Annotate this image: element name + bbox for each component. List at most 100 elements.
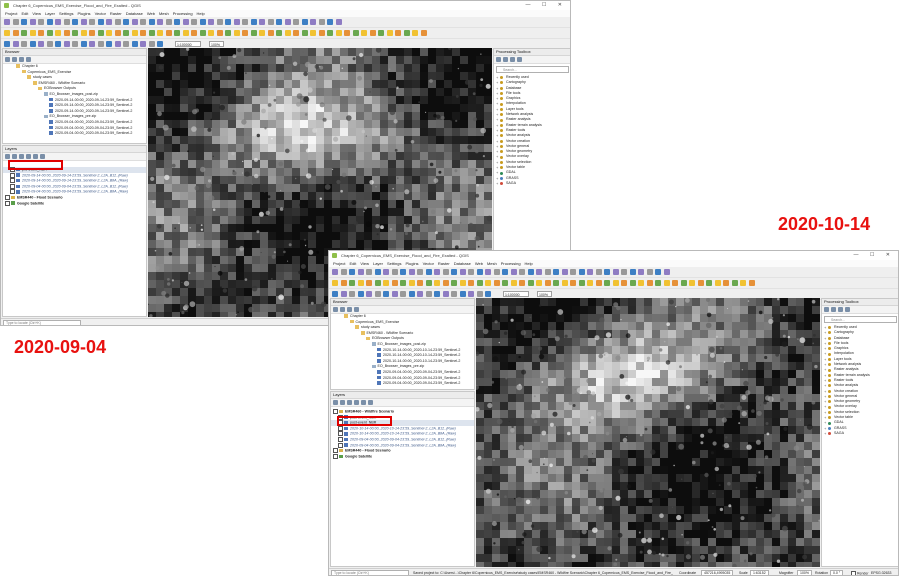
toolbar-button-icon[interactable] [680, 280, 687, 286]
toolbar-button-icon[interactable] [340, 291, 347, 297]
toolbar-button-icon[interactable] [561, 269, 568, 275]
toolbar-button-icon[interactable] [21, 41, 27, 47]
history-icon[interactable] [503, 57, 508, 62]
toolbar-button-icon[interactable] [293, 19, 299, 25]
toolbar-button-icon[interactable] [191, 30, 197, 36]
front-menu-edit[interactable]: Edit [349, 261, 356, 266]
toolbar-button-icon[interactable] [378, 30, 384, 36]
toolbar-button-icon[interactable] [106, 41, 112, 47]
toolbar-button-icon[interactable] [267, 19, 274, 25]
coordinate-value[interactable]: 457216,4995035 [701, 570, 734, 575]
toolbar-button-icon[interactable] [225, 30, 231, 36]
toolbar-button-icon[interactable] [561, 280, 568, 286]
toolbar-button-icon[interactable] [621, 269, 627, 275]
toolbar-button-icon[interactable] [55, 30, 61, 36]
magnifier-value[interactable]: 100% [797, 570, 812, 575]
toolbar-button-icon[interactable] [697, 280, 704, 286]
toolbar-button-icon[interactable] [216, 19, 223, 25]
toolbar-button-icon[interactable] [63, 41, 70, 47]
toolbar-button-icon[interactable] [131, 19, 138, 25]
front-menu-project[interactable]: Project [333, 261, 345, 266]
toolbar-button-icon[interactable] [391, 291, 398, 297]
toolbar-button-icon[interactable] [327, 30, 333, 36]
expand-icon[interactable] [361, 400, 366, 405]
add-group-icon[interactable] [12, 154, 17, 159]
back-menu-help[interactable]: Help [197, 11, 205, 16]
toolbar-button-icon[interactable] [459, 291, 466, 297]
back-menu-view[interactable]: View [32, 11, 41, 16]
render-checkbox[interactable]: Render [851, 571, 868, 575]
toolbar-button-icon[interactable] [114, 30, 121, 36]
toolbar-button-icon[interactable] [106, 30, 112, 36]
toolbar-button-icon[interactable] [344, 30, 350, 36]
toolbar-button-icon[interactable] [208, 19, 214, 25]
toolbar-button-icon[interactable] [72, 30, 78, 36]
properties-icon[interactable] [354, 307, 359, 312]
toolbar-button-icon[interactable] [629, 269, 636, 275]
toolbar-button-icon[interactable] [233, 30, 240, 36]
back-menu-mesh[interactable]: Mesh [159, 11, 169, 16]
toolbar-button-icon[interactable] [72, 41, 78, 47]
toolbar-button-icon[interactable] [646, 269, 653, 275]
toolbar-button-icon[interactable] [395, 30, 401, 36]
toolbar-button-icon[interactable] [233, 19, 240, 25]
toolbar-button-icon[interactable] [63, 19, 70, 25]
collapse-icon[interactable] [19, 57, 24, 62]
toolbar-button-icon[interactable] [97, 19, 104, 25]
toolbar-button-icon[interactable] [587, 269, 593, 275]
options-icon[interactable] [517, 57, 522, 62]
toolbar-button-icon[interactable] [425, 269, 432, 275]
front-window-controls[interactable]: — ☐ ✕ [854, 251, 895, 260]
back-window-controls[interactable]: — ☐ ✕ [526, 1, 567, 10]
toolbar-button-icon[interactable] [174, 19, 180, 25]
toolbar-button-icon[interactable] [369, 30, 376, 36]
toolbar-button-icon[interactable] [259, 30, 265, 36]
toolbar-button-icon[interactable] [174, 30, 180, 36]
layer-visibility-checkbox[interactable] [10, 183, 15, 189]
toolbar-button-icon[interactable] [250, 30, 257, 36]
toolbar-button-icon[interactable] [276, 19, 282, 25]
toolbar-button-icon[interactable] [706, 280, 712, 286]
toolbar-button-icon[interactable] [29, 41, 36, 47]
collapse-icon[interactable] [347, 307, 352, 312]
expand-icon[interactable]: + [496, 181, 498, 186]
toolbar-button-icon[interactable] [400, 280, 406, 286]
toolbar-button-icon[interactable] [55, 41, 61, 47]
front-menu-mesh[interactable]: Mesh [487, 261, 497, 266]
expand-icon[interactable]: + [824, 431, 826, 436]
toolbar-button-icon[interactable] [412, 30, 418, 36]
toolbar-button-icon[interactable] [318, 30, 325, 36]
toolbar-button-icon[interactable] [425, 280, 432, 286]
toolbar-button-icon[interactable] [485, 280, 491, 286]
toolbar-button-icon[interactable] [21, 30, 27, 36]
back-menu-settings[interactable]: Settings [59, 11, 73, 16]
layer-visibility-checkbox[interactable] [10, 189, 15, 195]
toolbar-button-icon[interactable] [417, 269, 423, 275]
back-menu-database[interactable]: Database [126, 11, 143, 16]
toolbar-button-icon[interactable] [12, 41, 19, 47]
toolbar-button-icon[interactable] [165, 19, 172, 25]
style-icon[interactable] [5, 154, 10, 159]
toolbar-button-icon[interactable] [451, 269, 457, 275]
toolbar-button-icon[interactable] [468, 291, 474, 297]
toolbar-button-icon[interactable] [199, 30, 206, 36]
toolbar-button-icon[interactable] [748, 280, 755, 286]
toolbar-button-icon[interactable] [451, 291, 457, 297]
toolbar-button-icon[interactable] [383, 291, 389, 297]
toolbar-button-icon[interactable] [114, 19, 121, 25]
toolbar-button-icon[interactable] [655, 269, 661, 275]
toolbar-button-icon[interactable] [4, 41, 10, 47]
front-tree-item[interactable]: 2020-09-04-00:00_2020-09-04-23:59_Sentin… [331, 381, 474, 387]
toolbar-button-icon[interactable] [604, 280, 610, 286]
toolbar-button-icon[interactable] [208, 30, 214, 36]
front-zoom-combo[interactable]: 100% [537, 291, 552, 297]
results-icon[interactable] [838, 307, 843, 312]
front-menu-processing[interactable]: Processing [501, 261, 521, 266]
back-zoom-combo[interactable]: 100% [209, 41, 224, 47]
toolbar-button-icon[interactable] [335, 19, 342, 25]
eye-icon[interactable] [347, 400, 352, 405]
toolbar-button-icon[interactable] [646, 280, 653, 286]
toolbar-button-icon[interactable] [301, 19, 308, 25]
models-icon[interactable] [824, 307, 829, 312]
toolbar-button-icon[interactable] [434, 269, 440, 275]
